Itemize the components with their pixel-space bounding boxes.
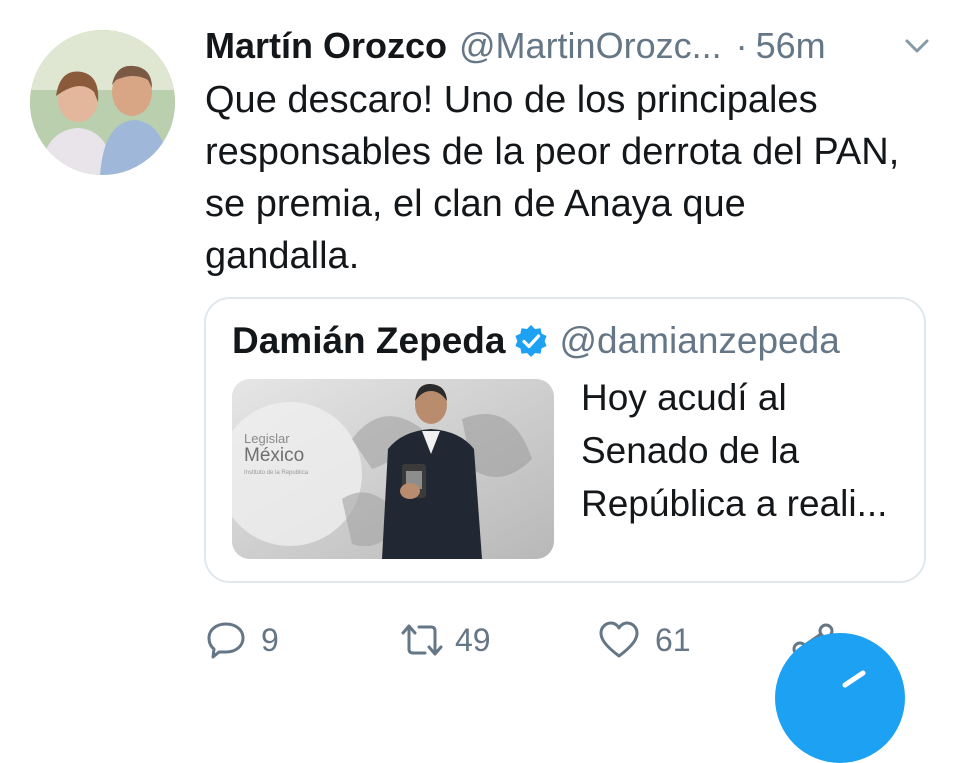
verified-badge-icon [515,325,548,357]
quoted-tweet-text: Hoy acudí al Senado de la República a re… [581,377,888,524]
retweet-button[interactable]: 49 [397,610,491,670]
like-icon [599,621,639,658]
like-button[interactable]: 61 [597,610,691,670]
author-avatar[interactable] [30,30,175,175]
quoted-author-handle: @damianzepeda [559,320,840,361]
image-logo-line2: México [244,445,305,466]
quoted-author-name: Damián Zepeda [232,320,506,361]
reply-button[interactable]: 9 [205,610,279,670]
image-logo-line1: Legislar [244,431,290,446]
compose-button[interactable] [775,633,905,763]
quoted-tweet-image[interactable]: Legislar México Instituto de la Republic… [232,379,554,559]
tweet-header: Martín Orozco @MartinOrozc... · 56m [205,22,940,70]
retweet-icon [401,624,443,656]
author-handle[interactable]: @MartinOrozc... [459,25,722,66]
image-logo-text: Legislar México Instituto de la Republic… [244,431,332,481]
image-logo-line3: Instituto de la Republica [244,470,309,476]
reply-count: 9 [261,621,279,658]
tweet-text: Que descaro! Uno de los principales resp… [205,79,900,277]
tweet-timestamp[interactable]: 56m [756,25,826,66]
reply-icon [207,622,245,659]
quoted-tweet-header: Damián Zepeda @damianzepeda [232,317,840,365]
quoted-tweet-card[interactable]: Damián Zepeda @damianzepeda Legislar Méx… [204,297,926,583]
retweet-count: 49 [455,621,491,658]
separator-dot: · [735,25,748,66]
compose-icon [842,670,866,688]
chevron-down-icon[interactable] [902,34,932,58]
author-name[interactable]: Martín Orozco [205,25,447,66]
like-count: 61 [655,621,691,658]
